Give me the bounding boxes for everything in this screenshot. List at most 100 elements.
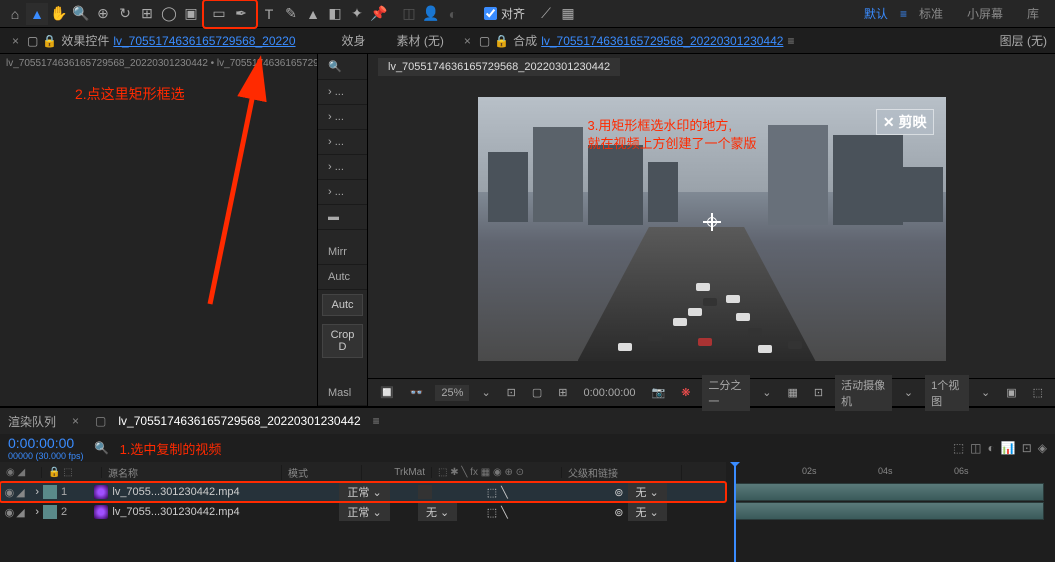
3d-icon[interactable]: ◈: [1038, 441, 1047, 455]
shy-icon[interactable]: ⬚: [953, 441, 964, 455]
preset-standard[interactable]: 标准: [907, 5, 955, 22]
puppet-tool[interactable]: 📌: [368, 3, 390, 25]
col-trkmat[interactable]: TrkMat: [362, 467, 432, 478]
chevron-right-icon[interactable]: ›: [35, 486, 39, 498]
close-icon[interactable]: ×: [8, 34, 23, 48]
align-checkbox[interactable]: 对齐: [484, 5, 525, 22]
current-time[interactable]: 0:00:00:00: [8, 435, 84, 451]
lock2-icon[interactable]: 🔒: [494, 34, 509, 48]
zoom-dropdown[interactable]: 25%: [435, 385, 469, 401]
preset-library[interactable]: 库: [1015, 5, 1051, 22]
close-icon[interactable]: ×: [460, 34, 475, 48]
layer-track-2[interactable]: [734, 502, 1044, 520]
selection-tool[interactable]: ▲: [26, 3, 48, 25]
preset-small[interactable]: 小屏幕: [955, 5, 1015, 22]
mode-dropdown[interactable]: 正常 ⌄: [339, 483, 389, 501]
source-tab[interactable]: 素材 (无): [389, 28, 452, 53]
res-dropdown[interactable]: 二分之一: [702, 375, 750, 411]
parent-dropdown[interactable]: 无 ⌄: [628, 483, 667, 501]
crop-tool[interactable]: ▣: [180, 3, 202, 25]
search-icon[interactable]: 🔍: [318, 54, 367, 80]
color-swatch[interactable]: [43, 505, 57, 519]
snap-icon[interactable]: ◫: [398, 3, 420, 25]
search-icon[interactable]: 🔍: [94, 440, 110, 456]
col-mode[interactable]: 模式: [282, 465, 362, 480]
brush-tool[interactable]: ✎: [280, 3, 302, 25]
col-source[interactable]: 源名称: [102, 465, 282, 480]
hand-tool[interactable]: ✋: [48, 3, 70, 25]
layer-tab[interactable]: 图层 (无): [992, 28, 1055, 53]
region-icon[interactable]: ▦: [783, 386, 801, 399]
lasso-tool[interactable]: ◯: [158, 3, 180, 25]
chevron-right-icon[interactable]: ›: [35, 506, 39, 518]
snapshot-icon[interactable]: 📷: [648, 386, 670, 399]
rectangle-tool[interactable]: ▭: [208, 3, 230, 25]
color-icon[interactable]: ❋: [677, 386, 694, 399]
trkmat-swatch[interactable]: [418, 485, 432, 499]
fx-item[interactable]: › ...: [318, 155, 367, 180]
effect-link[interactable]: lv_7055174636165729568_20220: [113, 34, 295, 48]
preset-default[interactable]: 默认: [852, 5, 900, 22]
vis-icons[interactable]: ◉ ◢: [0, 467, 42, 478]
fx-item[interactable]: › ...: [318, 130, 367, 155]
switch-icon[interactable]: ⬚: [487, 486, 497, 499]
mask-fx[interactable]: Masl: [318, 381, 367, 406]
switch-icon[interactable]: ╲: [501, 486, 508, 499]
fx-item[interactable]: › ...: [318, 80, 367, 105]
lock-icon[interactable]: ▢: [95, 414, 106, 428]
lock-icon[interactable]: ▢: [479, 34, 490, 48]
orbit-tool[interactable]: ⊕: [92, 3, 114, 25]
home-icon[interactable]: ⌂: [4, 3, 26, 25]
chevron-down-icon[interactable]: ⌄: [900, 386, 917, 399]
chevron-down-icon[interactable]: ⌄: [977, 386, 994, 399]
roto-tool[interactable]: ✦: [346, 3, 368, 25]
zoom-tool[interactable]: 🔍: [70, 3, 92, 25]
crop-button[interactable]: Crop D: [322, 324, 363, 358]
effect-controls-tab[interactable]: × ▢ 🔒 效果控件 lv_7055174636165729568_20220: [0, 28, 304, 53]
layer-track-1[interactable]: [734, 483, 1044, 501]
res-icon[interactable]: 👓: [406, 386, 428, 399]
person-icon[interactable]: 👤: [420, 3, 442, 25]
chevron-down-icon[interactable]: ⌄: [477, 386, 494, 399]
menu-icon[interactable]: ≡: [787, 34, 794, 48]
mode-dropdown[interactable]: 正常 ⌄: [339, 503, 389, 521]
close-icon[interactable]: ×: [68, 414, 83, 428]
layer-row-2[interactable]: ◉◢ ›2 lv_7055...301230442.mp4 正常 ⌄ 无 ⌄ ⬚…: [0, 502, 726, 522]
pickwhip-icon[interactable]: ⊚: [614, 506, 623, 519]
clone-tool[interactable]: ▲: [302, 3, 324, 25]
3d-icon[interactable]: ⬚: [1029, 386, 1047, 399]
snap-tool[interactable]: ⟋: [535, 3, 557, 25]
audio-icon[interactable]: ◢: [16, 486, 24, 499]
switch-icon[interactable]: ╲: [501, 506, 508, 519]
expand-icon[interactable]: ▣: [1002, 386, 1020, 399]
eraser-tool[interactable]: ◧: [324, 3, 346, 25]
pickwhip-icon[interactable]: ⊚: [614, 486, 623, 499]
layer-row-1[interactable]: ◉◢ ›1 lv_7055...301230442.mp4 正常 ⌄ ⬚ ╲ ⊚…: [0, 482, 726, 502]
safe-icon[interactable]: ▢: [528, 386, 546, 399]
draft-icon[interactable]: ⊡: [1022, 441, 1032, 455]
playhead[interactable]: [734, 462, 736, 562]
auto-fx[interactable]: Autc: [318, 265, 367, 290]
color-swatch[interactable]: [43, 485, 57, 499]
lock2-icon[interactable]: 🔒: [42, 34, 57, 48]
auto-button[interactable]: Autc: [322, 294, 363, 316]
magnify-icon[interactable]: 🔲: [376, 386, 398, 399]
grid-icon[interactable]: ⊞: [554, 386, 571, 399]
rotate-tool[interactable]: ↻: [114, 3, 136, 25]
fx-item[interactable]: › ...: [318, 105, 367, 130]
render-queue-tab[interactable]: 渲染队列: [8, 413, 56, 430]
pan-behind-tool[interactable]: ⊞: [136, 3, 158, 25]
pen-tool[interactable]: ✒: [230, 3, 252, 25]
frame-blend-icon[interactable]: ◫: [970, 441, 981, 455]
chevron-down-icon[interactable]: ⌄: [758, 386, 775, 399]
type-tool[interactable]: T: [258, 3, 280, 25]
comp-timeline-tab[interactable]: lv_7055174636165729568_20220301230442: [118, 414, 360, 428]
channel-icon[interactable]: ⊡: [810, 386, 827, 399]
motion-blur-icon[interactable]: ◐: [988, 441, 995, 455]
menu-icon[interactable]: ≡: [373, 414, 380, 428]
col-parent[interactable]: 父级和链接: [562, 465, 682, 480]
switch-icons[interactable]: ⬚ ✱ ╲ fx ▦ ◉ ⊕ ⊙: [432, 467, 562, 478]
views-dropdown[interactable]: 1个视图: [925, 375, 969, 411]
mirror-fx[interactable]: Mirr: [318, 240, 367, 265]
mask-icon[interactable]: ◐: [442, 3, 464, 25]
